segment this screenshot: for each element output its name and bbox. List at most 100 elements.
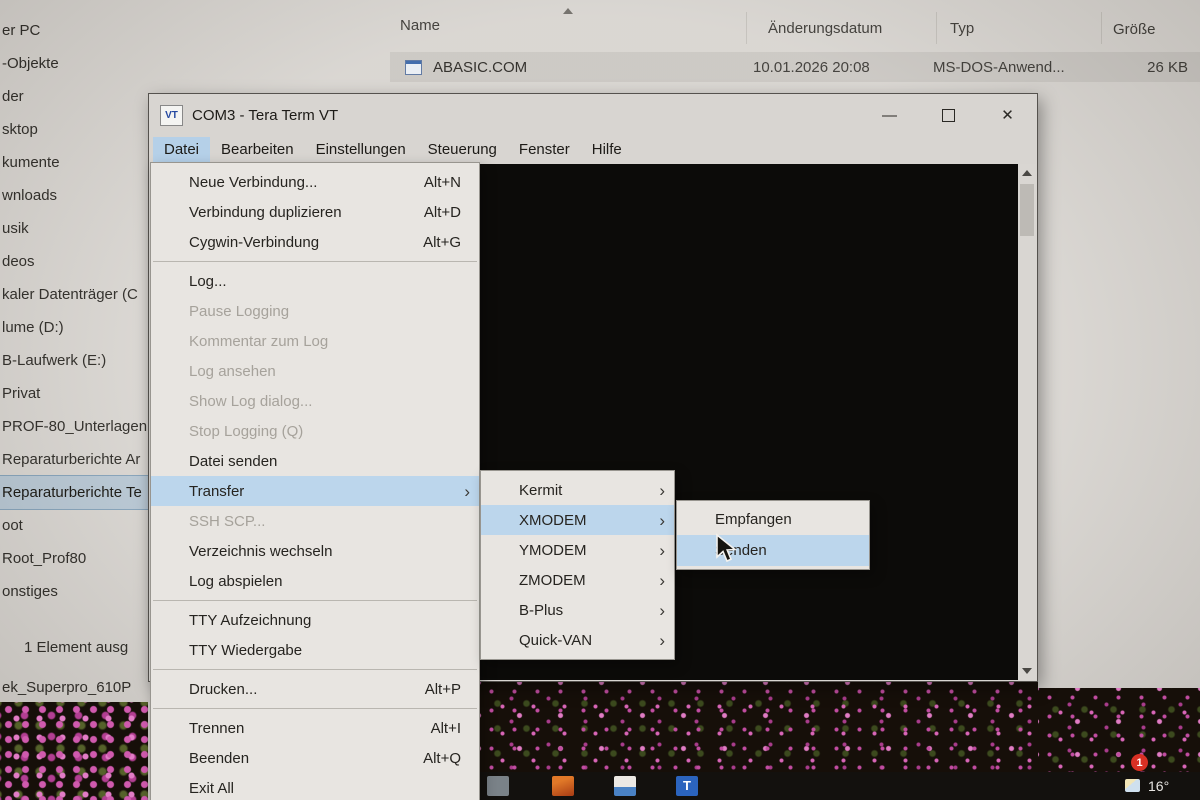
sidebar-item-volume-d[interactable]: lume (D:)	[0, 311, 148, 344]
submenu-arrow-icon: ›	[659, 512, 665, 529]
menu-item-verzeichnis-wechseln[interactable]: Verzeichnis wechseln	[151, 536, 479, 566]
sidebar-item-usb-drive-e[interactable]: B-Laufwerk (E:)	[0, 344, 148, 377]
sidebar-item-desktop[interactable]: sktop	[0, 113, 148, 146]
scroll-down-icon[interactable]	[1018, 662, 1036, 680]
menu-item-ymodem[interactable]: YMODEM›	[481, 535, 674, 565]
menu-item-log-ansehen: Log ansehen	[151, 356, 479, 386]
menu-item-kommentar-zum-log: Kommentar zum Log	[151, 326, 479, 356]
column-divider	[1101, 12, 1102, 44]
menu-item-log-abspielen[interactable]: Log abspielen	[151, 566, 479, 596]
menu-item-xmodem[interactable]: XMODEM›	[481, 505, 674, 535]
menu-item-trennen[interactable]: TrennenAlt+I	[151, 713, 479, 743]
menu-item-datei-senden[interactable]: Datei senden	[151, 446, 479, 476]
menu-item-empfangen[interactable]: Empfangen	[677, 504, 869, 535]
sidebar-item-privat[interactable]: Privat	[0, 377, 148, 410]
desktop-wallpaper	[1038, 688, 1200, 774]
file-name: ABASIC.COM	[433, 59, 753, 76]
menu-item-log[interactable]: Log...	[151, 266, 479, 296]
sidebar-item-reparaturberichte-te-selected[interactable]: Reparaturberichte Te	[0, 476, 148, 509]
menu-separator	[153, 600, 477, 601]
sidebar-item-videos[interactable]: deos	[0, 245, 148, 278]
taskbar-teraterm-icon[interactable]: T	[676, 776, 698, 796]
submenu-arrow-icon: ›	[659, 572, 665, 589]
close-button[interactable]: ✕	[978, 94, 1037, 136]
sidebar-item-pictures[interactable]: der	[0, 80, 148, 113]
file-type: MS-DOS-Anwend...	[933, 59, 1093, 76]
column-header-name[interactable]: Name	[400, 17, 440, 34]
menu-item-show-log-dialog: Show Log dialog...	[151, 386, 479, 416]
menu-item-senden[interactable]: Senden	[677, 535, 869, 566]
desktop-wallpaper	[480, 682, 1038, 774]
menu-item-kermit[interactable]: Kermit›	[481, 475, 674, 505]
sort-ascending-icon	[563, 8, 573, 14]
menu-item-stop-logging: Stop Logging (Q)	[151, 416, 479, 446]
xmodem-submenu: Empfangen Senden	[676, 500, 870, 570]
menu-item-zmodem[interactable]: ZMODEM›	[481, 565, 674, 595]
file-size: 26 KB	[1093, 59, 1188, 76]
column-header-size[interactable]: Größe	[1113, 21, 1156, 38]
menubar-item-hilfe[interactable]: Hilfe	[581, 137, 633, 162]
sidebar-item-root[interactable]: oot	[0, 509, 148, 542]
menubar-item-bearbeiten[interactable]: Bearbeiten	[210, 137, 305, 162]
submenu-arrow-icon: ›	[659, 632, 665, 649]
column-divider	[746, 12, 747, 44]
menu-item-b-plus[interactable]: B-Plus›	[481, 595, 674, 625]
menu-item-pause-logging: Pause Logging	[151, 296, 479, 326]
taskbar: T 16°	[480, 772, 1200, 800]
menu-separator	[153, 708, 477, 709]
sidebar-item-reparaturberichte-ar[interactable]: Reparaturberichte Ar	[0, 443, 148, 476]
minimize-icon: —	[882, 107, 897, 124]
column-divider	[936, 12, 937, 44]
sidebar-item-documents[interactable]: kumente	[0, 146, 148, 179]
menu-item-neue-verbindung[interactable]: Neue Verbindung...Alt+N	[151, 167, 479, 197]
menu-item-tty-aufzeichnung[interactable]: TTY Aufzeichnung	[151, 605, 479, 635]
sidebar-item-root-prof80[interactable]: Root_Prof80	[0, 542, 148, 575]
teraterm-titlebar[interactable]: VT COM3 - Tera Term VT — ✕	[149, 94, 1037, 136]
sidebar-item-sonstiges[interactable]: onstiges	[0, 575, 148, 608]
column-header-date[interactable]: Änderungsdatum	[768, 20, 882, 37]
menubar-item-datei[interactable]: Datei	[153, 137, 210, 162]
taskbar-temperature[interactable]: 16°	[1148, 778, 1169, 794]
ms-dos-file-icon	[405, 60, 422, 75]
sidebar-item-prof80-unterlagen[interactable]: PROF-80_Unterlagen	[0, 410, 148, 443]
column-header-type[interactable]: Typ	[950, 20, 974, 37]
sidebar-item-3d-objects[interactable]: -Objekte	[0, 47, 148, 80]
menu-item-verbindung-duplizieren[interactable]: Verbindung duplizierenAlt+D	[151, 197, 479, 227]
transfer-submenu: Kermit› XMODEM› YMODEM› ZMODEM› B-Plus› …	[480, 470, 675, 660]
taskbar-app-icon[interactable]	[552, 776, 574, 796]
teraterm-menubar: Datei Bearbeiten Einstellungen Steuerung…	[149, 136, 1037, 163]
background-filename-text: ek_Superpro_610P	[2, 679, 131, 696]
file-row[interactable]: ABASIC.COM 10.01.2026 20:08 MS-DOS-Anwen…	[390, 52, 1200, 82]
notification-badge[interactable]: 1	[1131, 754, 1148, 771]
menubar-item-einstellungen[interactable]: Einstellungen	[305, 137, 417, 162]
weather-icon[interactable]	[1125, 779, 1140, 792]
menu-item-tty-wiedergabe[interactable]: TTY Wiedergabe	[151, 635, 479, 665]
menu-item-cygwin-verbindung[interactable]: Cygwin-VerbindungAlt+G	[151, 227, 479, 257]
menu-item-quick-van[interactable]: Quick-VAN›	[481, 625, 674, 655]
close-icon: ✕	[1001, 106, 1014, 124]
file-menu-dropdown: Neue Verbindung...Alt+N Verbindung dupli…	[150, 162, 480, 800]
maximize-button[interactable]	[919, 94, 978, 136]
menu-item-drucken[interactable]: Drucken...Alt+P	[151, 674, 479, 704]
menu-item-transfer[interactable]: Transfer›	[151, 476, 479, 506]
minimize-button[interactable]: —	[860, 94, 919, 136]
menubar-item-steuerung[interactable]: Steuerung	[417, 137, 508, 162]
desktop-wallpaper	[0, 702, 148, 800]
terminal-scrollbar[interactable]	[1018, 164, 1036, 680]
sidebar-item-local-disk-c[interactable]: kaler Datenträger (C	[0, 278, 148, 311]
menu-item-beenden[interactable]: BeendenAlt+Q	[151, 743, 479, 773]
file-date: 10.01.2026 20:08	[753, 59, 933, 76]
explorer-sidebar: er PC -Objekte der sktop kumente wnloads…	[0, 14, 148, 608]
taskbar-app-icon[interactable]	[487, 776, 509, 796]
sidebar-item-this-pc[interactable]: er PC	[0, 14, 148, 47]
submenu-arrow-icon: ›	[659, 542, 665, 559]
sidebar-item-music[interactable]: usik	[0, 212, 148, 245]
menubar-item-fenster[interactable]: Fenster	[508, 137, 581, 162]
scroll-up-icon[interactable]	[1018, 164, 1036, 182]
menu-item-exit-all[interactable]: Exit All	[151, 773, 479, 800]
taskbar-app-icon[interactable]	[614, 776, 636, 796]
submenu-arrow-icon: ›	[464, 483, 470, 500]
sidebar-item-downloads[interactable]: wnloads	[0, 179, 148, 212]
teraterm-vt-icon: VT	[160, 105, 183, 126]
scrollbar-thumb[interactable]	[1020, 184, 1034, 236]
